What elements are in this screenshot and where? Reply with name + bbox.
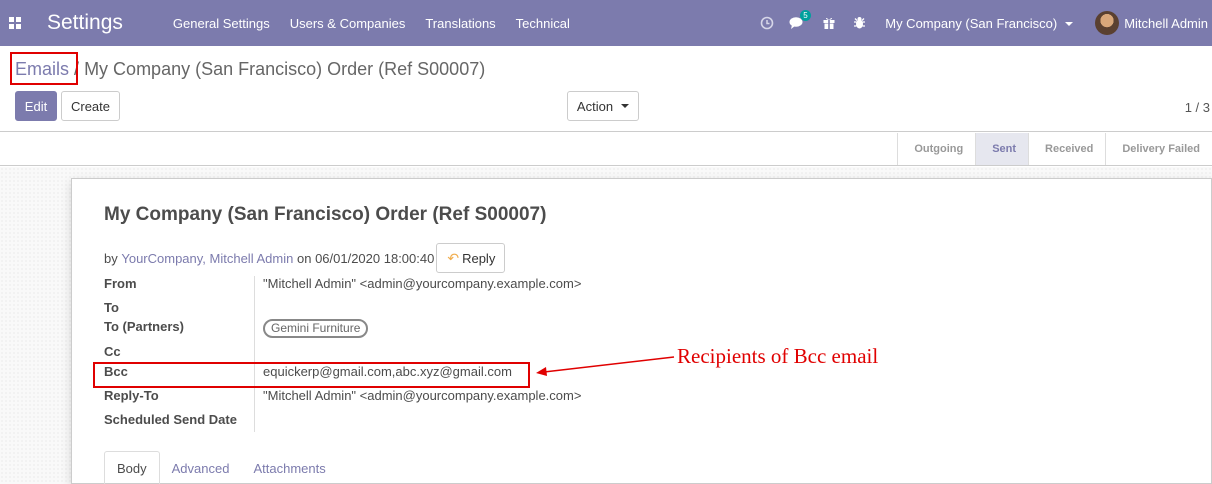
chat-badge: 5 <box>800 10 811 21</box>
action-label: Action <box>576 98 614 114</box>
mail-date: 06/01/2020 18:00:40 <box>315 250 435 266</box>
stage-sent[interactable]: Sent <box>975 133 1029 165</box>
field-from: From "Mitchell Admin" <admin@yourcompany… <box>104 276 581 291</box>
scheduled-label: Scheduled Send Date <box>104 412 237 427</box>
systray: 5 My Company (San Francisco) Mitchell Ad… <box>751 0 1212 46</box>
reply-label: Reply <box>462 250 496 266</box>
from-label: From <box>104 276 137 291</box>
reply-button[interactable]: ↶ Reply <box>436 243 506 273</box>
emails-highlight-box <box>10 52 78 85</box>
tab-attachments[interactable]: Attachments <box>241 451 337 484</box>
apps-menu-icon[interactable] <box>0 0 30 46</box>
partner-tag[interactable]: Gemini Furniture <box>263 319 369 338</box>
caret-down-icon <box>1065 22 1074 27</box>
notebook-tabs: Body Advanced Attachments <box>104 451 1179 484</box>
mail-subject: My Company (San Francisco) Order (Ref S0… <box>104 204 547 225</box>
activity-clock-icon[interactable] <box>751 0 782 46</box>
annotation-arrow-icon <box>536 356 675 376</box>
by-prefix: by <box>104 250 118 266</box>
stage-delivery-failed[interactable]: Delivery Failed <box>1105 133 1212 165</box>
to-partners-label: To (Partners) <box>104 319 184 334</box>
cc-label: Cc <box>104 344 121 359</box>
breadcrumb-current: My Company (San Francisco) Order (Ref S0… <box>84 59 486 79</box>
field-scheduled-date: Scheduled Send Date <box>104 412 264 427</box>
edit-button[interactable]: Edit <box>15 91 57 121</box>
pager-value[interactable]: 1 / 3 <box>1185 100 1210 115</box>
main-menu: General Settings Users & Companies Trans… <box>163 16 580 31</box>
user-name: Mitchell Admin <box>1124 15 1208 31</box>
author-link[interactable]: YourCompany, Mitchell Admin <box>121 251 293 266</box>
state-stages: Outgoing Sent Received Delivery Failed <box>897 133 1212 165</box>
bcc-highlight-box <box>93 362 530 388</box>
tab-body[interactable]: Body <box>104 451 160 484</box>
reply-arrow-icon: ↶ <box>447 249 460 266</box>
from-value: "Mitchell Admin" <admin@yourcompany.exam… <box>263 276 582 291</box>
bcc-annotation: Recipients of Bcc email <box>677 344 879 368</box>
mail-byline: by YourCompany, Mitchell Admin on 06/01/… <box>104 243 506 273</box>
tab-advanced[interactable]: Advanced <box>160 451 242 484</box>
debug-bug-icon[interactable] <box>844 0 875 46</box>
company-name: My Company (San Francisco) <box>885 15 1058 31</box>
user-menu[interactable]: Mitchell Admin <box>1095 11 1208 35</box>
field-reply-to: Reply-To "Mitchell Admin" <admin@yourcom… <box>104 388 581 403</box>
gift-icon[interactable] <box>813 0 844 46</box>
to-label: To <box>104 300 119 315</box>
avatar <box>1095 11 1120 35</box>
field-cc: Cc <box>104 344 254 359</box>
menu-technical[interactable]: Technical <box>506 16 580 31</box>
app-title[interactable]: Settings <box>47 11 123 35</box>
status-bar: Outgoing Sent Received Delivery Failed <box>0 133 1212 166</box>
field-divider <box>254 276 255 432</box>
caret-down-icon <box>621 104 630 108</box>
reply-to-label: Reply-To <box>104 388 159 403</box>
field-to-partners: To (Partners) Gemini Furniture <box>104 319 369 338</box>
field-to: To <box>104 300 254 315</box>
menu-users-companies[interactable]: Users & Companies <box>280 16 416 31</box>
company-switcher[interactable]: My Company (San Francisco) <box>885 15 1074 31</box>
form-sheet: My Company (San Francisco) Order (Ref S0… <box>71 178 1212 484</box>
menu-general-settings[interactable]: General Settings <box>163 16 280 31</box>
menu-translations[interactable]: Translations <box>415 16 505 31</box>
create-button[interactable]: Create <box>61 91 120 121</box>
reply-to-value: "Mitchell Admin" <admin@yourcompany.exam… <box>263 388 582 403</box>
action-dropdown[interactable]: Action <box>567 91 639 121</box>
chat-icon[interactable]: 5 <box>782 0 813 46</box>
stage-received[interactable]: Received <box>1028 133 1105 165</box>
top-navbar: Settings General Settings Users & Compan… <box>0 0 1212 46</box>
on-prefix: on <box>296 250 312 266</box>
breadcrumb: Emails / My Company (San Francisco) Orde… <box>15 59 485 80</box>
stage-outgoing[interactable]: Outgoing <box>897 133 975 165</box>
control-panel: Emails / My Company (San Francisco) Orde… <box>0 46 1212 132</box>
